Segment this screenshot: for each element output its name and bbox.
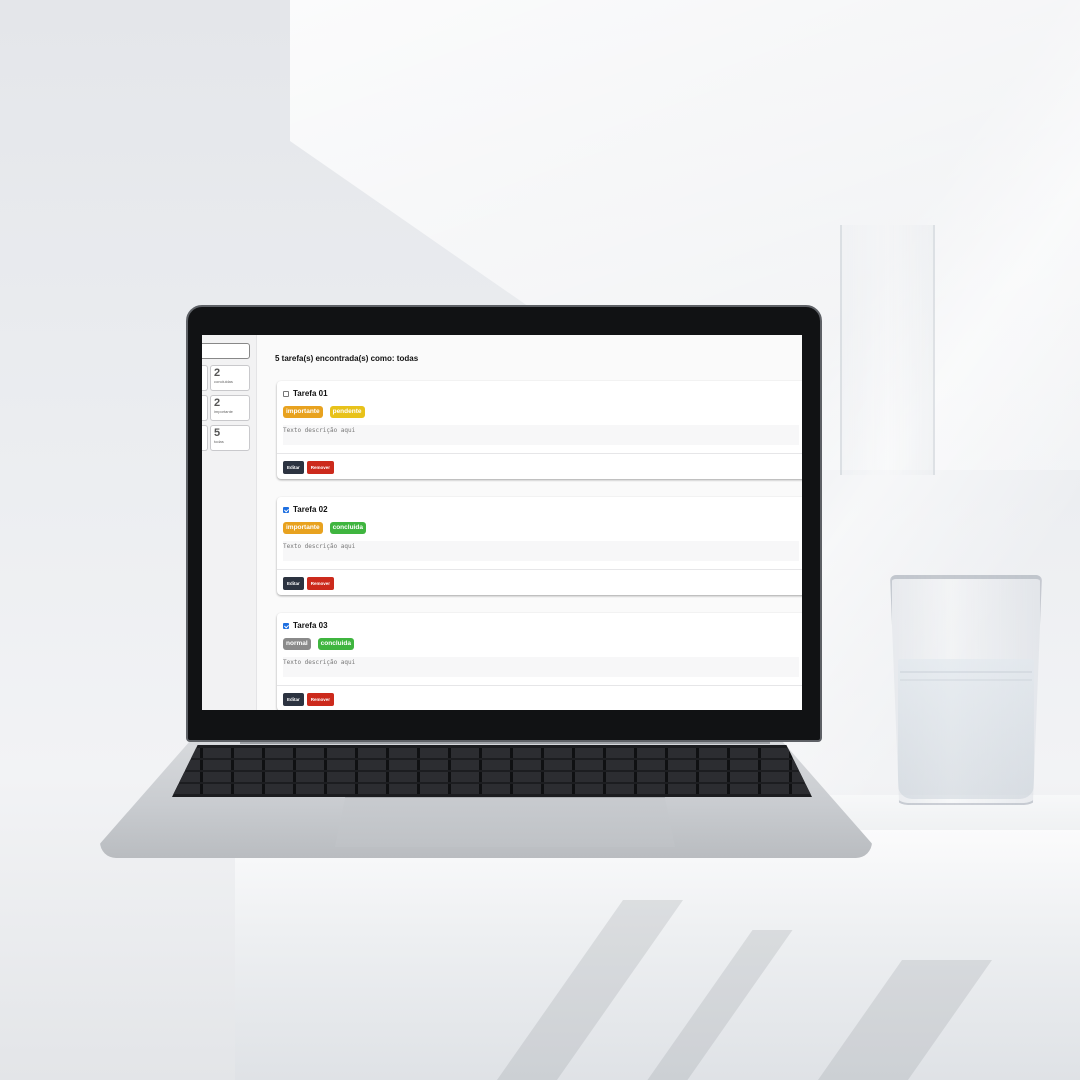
divider: [277, 685, 802, 686]
water-glass: [890, 575, 1042, 805]
task-title: Tarefa 03: [293, 621, 328, 630]
stat-card-stub[interactable]: [202, 365, 208, 391]
stat-label: concluidas: [214, 379, 233, 384]
task-header: Tarefa 02: [283, 505, 328, 514]
task-checkbox[interactable]: [283, 390, 289, 397]
edit-button[interactable]: Editar: [283, 693, 304, 706]
key-row: [172, 748, 812, 758]
remove-button[interactable]: Remover: [306, 577, 335, 590]
task-description: Texto descrição aqui: [283, 657, 799, 677]
task-title: Tarefa 02: [293, 505, 328, 514]
edit-button[interactable]: Editar: [283, 461, 304, 474]
task-tags: importante concluida: [283, 522, 366, 534]
task-header: Tarefa 01: [283, 389, 328, 398]
stat-label: todas: [214, 439, 224, 444]
task-card: Tarefa 01 importante pendente Texto desc…: [277, 381, 802, 479]
task-checkbox[interactable]: [283, 506, 289, 513]
status-badge: concluida: [329, 522, 366, 534]
task-description: Texto descrição aqui: [283, 425, 799, 445]
search-input[interactable]: [202, 343, 250, 359]
laptop-screen: 2 concluidas 2 importante 5 todas 5 tare…: [202, 335, 802, 710]
task-tags: importante pendente: [283, 406, 365, 418]
stat-label: importante: [214, 409, 233, 414]
status-badge: concluida: [317, 638, 355, 650]
remove-button[interactable]: Remover: [306, 693, 335, 706]
task-description: Texto descrição aqui: [283, 541, 799, 561]
stat-number: 5: [214, 427, 221, 439]
task-actions: Editar Remover: [283, 461, 335, 474]
task-checkbox[interactable]: [283, 622, 289, 629]
priority-badge: normal: [283, 638, 311, 650]
task-card: Tarefa 02 importante concluida Texto des…: [277, 497, 802, 595]
stat-card-importante[interactable]: 2 importante: [210, 395, 250, 421]
priority-badge: importante: [283, 522, 323, 534]
stat-number: 2: [214, 367, 221, 379]
task-header: Tarefa 03: [283, 621, 328, 630]
task-actions: Editar Remover: [283, 577, 335, 590]
stat-card-stub[interactable]: [202, 395, 208, 421]
remove-button[interactable]: Remover: [306, 461, 335, 474]
trackpad: [335, 797, 675, 847]
status-badge: pendente: [329, 406, 365, 418]
key-row: [172, 772, 812, 782]
table: [235, 830, 1080, 1080]
divider: [277, 569, 802, 570]
task-title: Tarefa 01: [293, 389, 328, 398]
keyboard: [172, 745, 812, 797]
sidebar: 2 concluidas 2 importante 5 todas: [202, 335, 257, 710]
results-summary: 5 tarefa(s) encontrada(s) como: todas: [275, 354, 419, 363]
carafe: [840, 225, 935, 475]
stat-card-todas[interactable]: 5 todas: [210, 425, 250, 451]
main-content: 5 tarefa(s) encontrada(s) como: todas Ta…: [257, 335, 802, 710]
task-card: Tarefa 03 normal concluida Texto descriç…: [277, 613, 802, 710]
stat-number: 2: [214, 397, 221, 409]
task-actions: Editar Remover: [283, 693, 335, 706]
priority-badge: importante: [283, 406, 323, 418]
stat-card-concluidas[interactable]: 2 concluidas: [210, 365, 250, 391]
edit-button[interactable]: Editar: [283, 577, 304, 590]
task-tags: normal concluida: [283, 638, 355, 650]
glass-water: [898, 659, 1034, 799]
key-row: [172, 784, 812, 794]
divider: [277, 453, 802, 454]
key-row: [172, 760, 812, 770]
stat-card-stub[interactable]: [202, 425, 208, 451]
